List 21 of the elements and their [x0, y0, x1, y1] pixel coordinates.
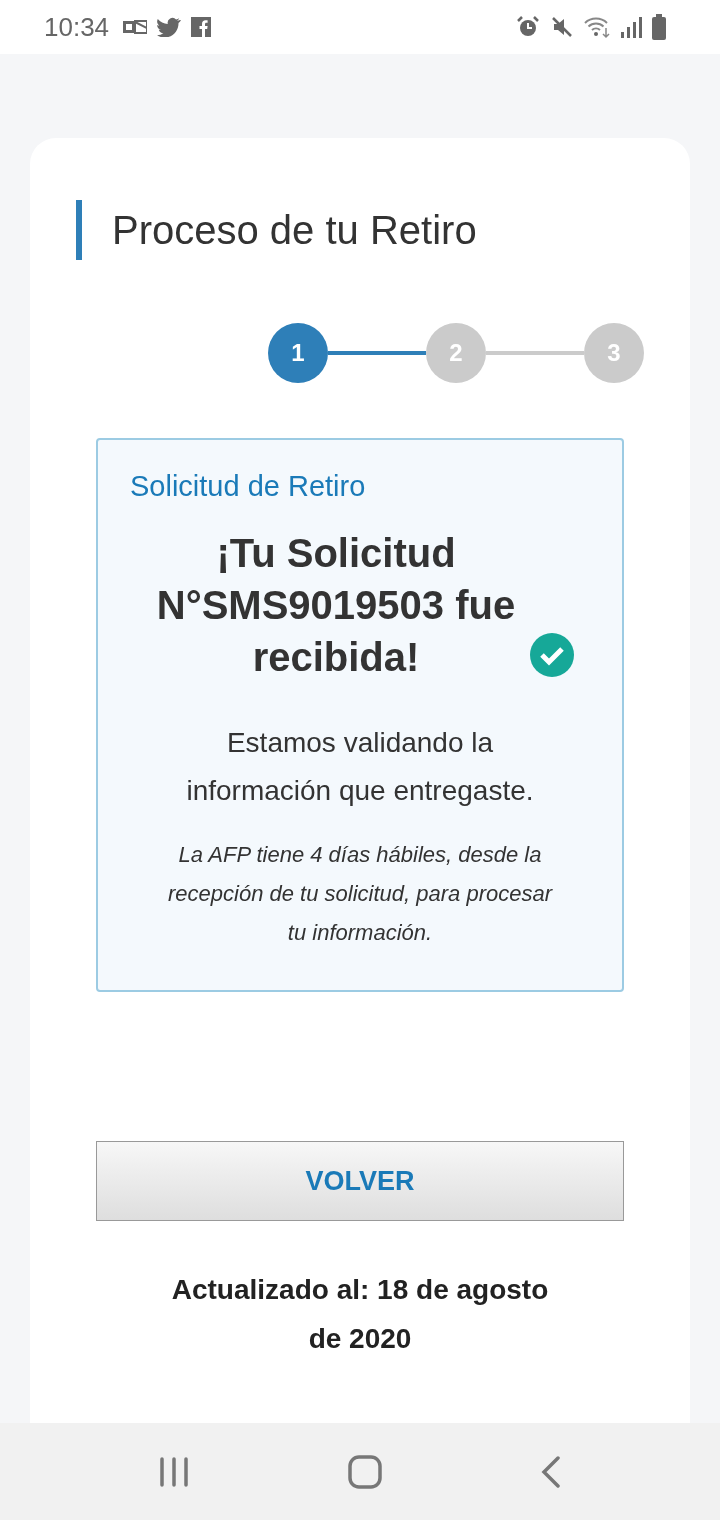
bird-icon	[157, 17, 182, 37]
back-icon[interactable]	[540, 1455, 561, 1488]
battery-icon	[652, 14, 666, 40]
recent-apps-icon[interactable]	[159, 1456, 190, 1487]
notice-message: Estamos validando la información que entregaste.	[185, 726, 535, 808]
check-circle-icon	[530, 633, 574, 677]
status-time: 10:34	[44, 11, 110, 43]
notice-title: ¡Tu Solicitud N°SMS9019503 fue recibida!	[155, 530, 517, 681]
step-indicator: 1	[268, 323, 328, 383]
updated-date: Actualizado al: 18 de agosto de 2020	[170, 1273, 550, 1356]
facebook-icon	[191, 17, 212, 37]
alarm-icon	[516, 15, 540, 39]
mute-icon	[550, 15, 574, 39]
back-button[interactable]: VOLVER	[96, 1141, 624, 1221]
section-heading: Proceso de tu Retiro	[76, 200, 644, 260]
home-icon[interactable]	[348, 1454, 382, 1489]
signal-icon	[620, 15, 642, 39]
notice-label: Solicitud de Retiro	[130, 470, 367, 503]
mail-icon	[123, 17, 148, 37]
wifi-icon	[584, 15, 610, 39]
notice-note: La AFP tiene 4 días hábiles, desde la recepción de tu solicitud, para procesar tu información.	[167, 841, 554, 947]
